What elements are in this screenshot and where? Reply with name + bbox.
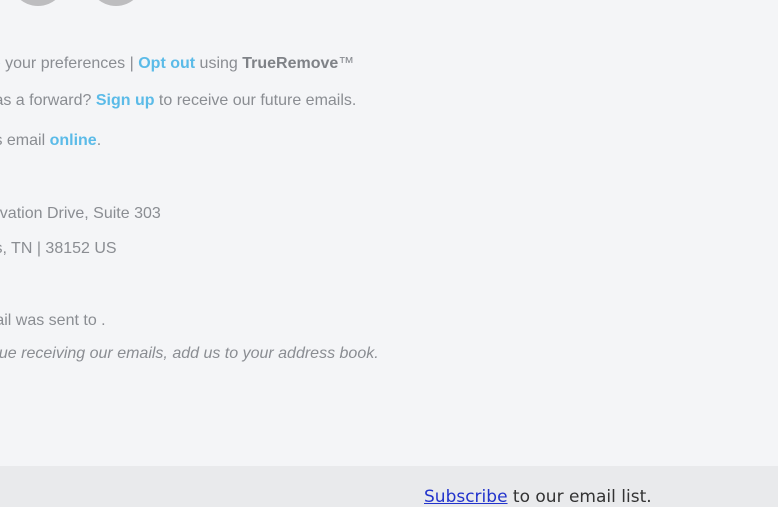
subscribe-line: Subscribe to our email list. (424, 487, 652, 507)
preferences-line: ge your preferences | Opt out using True… (0, 53, 354, 75)
subscribe-bar: Subscribe to our email list. (0, 466, 778, 507)
subscribe-link[interactable]: Subscribe (424, 487, 508, 507)
opt-out-link[interactable]: Opt out (138, 55, 195, 72)
forward-signup-line: s as a forward? Sign up to receive our f… (0, 90, 356, 112)
view-online-line: his email online. (0, 130, 101, 152)
social-circle-icon[interactable] (88, 0, 144, 6)
receive-emails-text: to receive our future emails. (154, 92, 357, 109)
trueremove-brand: TrueRemove (242, 55, 339, 72)
preferences-text: your preferences | (0, 55, 139, 72)
sent-to-line: mail was sent to . (0, 312, 106, 329)
using-text: using (195, 55, 243, 72)
sign-up-link[interactable]: Sign up (96, 92, 155, 109)
address-line-2: his, TN | 38152 US (0, 240, 117, 257)
online-link[interactable]: online (50, 132, 97, 149)
subscribe-text: to our email list. (507, 487, 652, 507)
trademark-symbol: ™ (338, 55, 355, 72)
view-email-text: his email (0, 132, 46, 149)
social-circle-icon[interactable] (10, 0, 66, 6)
address-book-note: tinue receiving our emails, add us to yo… (0, 345, 379, 362)
period-text: . (96, 132, 102, 149)
address-line-1: novation Drive, Suite 303 (0, 205, 161, 222)
email-footer-page: ge your preferences | Opt out using True… (0, 0, 778, 507)
forward-text: s as a forward? (0, 92, 92, 109)
